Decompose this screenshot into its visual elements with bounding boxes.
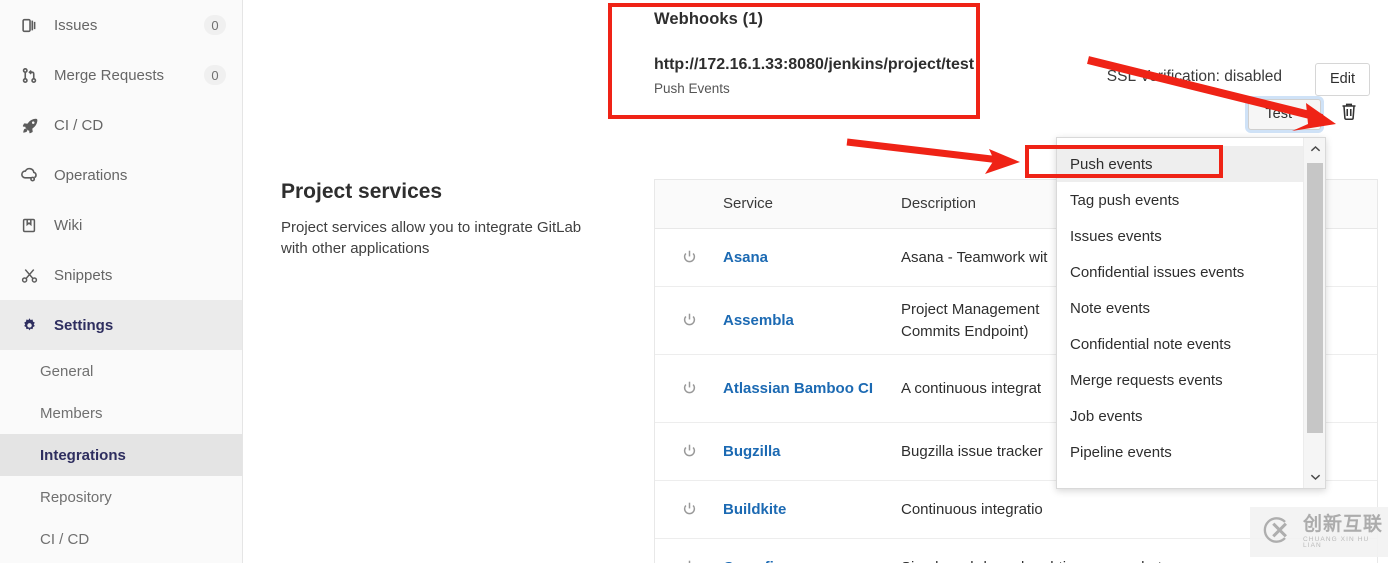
webhook-url[interactable]: http://172.16.1.33:8080/jenkins/project/…	[654, 56, 984, 74]
page-description: Project services allow you to integrate …	[281, 219, 582, 258]
sidebar-item-wiki[interactable]: Wiki	[0, 200, 242, 250]
sidebar-item-label: Settings	[54, 316, 114, 334]
sidebar-subitem-label: CI / CD	[40, 530, 90, 548]
power-icon[interactable]	[655, 559, 723, 563]
gear-icon	[18, 315, 40, 335]
watermark-text-block: 创新互联 CHUANG XIN HU LIAN	[1303, 512, 1388, 550]
dropdown-item-tag-push-events[interactable]: Tag push events	[1057, 182, 1303, 218]
service-name[interactable]: Assembla	[723, 311, 901, 331]
test-dropdown-button[interactable]: Test	[1248, 99, 1321, 130]
sidebar-item-issues[interactable]: Issues 0	[0, 0, 242, 50]
webhook-summary: Webhooks (1) http://172.16.1.33:8080/jen…	[654, 10, 984, 96]
service-link[interactable]: Bugzilla	[723, 443, 781, 460]
sidebar-item-label: Snippets	[54, 266, 113, 284]
service-name[interactable]: Bugzilla	[723, 442, 901, 462]
sidebar-subitem-label: Repository	[40, 488, 112, 506]
sidebar-subitem-repository[interactable]: Repository	[0, 476, 242, 518]
sidebar-item-label: CI / CD	[54, 116, 104, 134]
sidebar-subitem-ci-cd[interactable]: CI / CD	[0, 518, 242, 560]
webhook-events-label: Push Events	[654, 81, 730, 96]
service-link[interactable]: Buildkite	[723, 501, 786, 518]
dropdown-item-confidential-issues-events[interactable]: Confidential issues events	[1057, 254, 1303, 290]
sidebar-subitem-label: Integrations	[40, 446, 126, 464]
sidebar: Issues 0 Merge Requests 0 CI / CD Operat…	[0, 0, 243, 563]
dropdown-scrollbar[interactable]	[1303, 138, 1325, 488]
test-button-label: Test	[1265, 106, 1292, 122]
book-icon	[18, 215, 40, 235]
gitlab-integrations-page: Issues 0 Merge Requests 0 CI / CD Operat…	[0, 0, 1394, 563]
dropdown-items-list: Push events Tag push events Issues event…	[1057, 138, 1325, 488]
power-icon[interactable]	[655, 380, 723, 397]
sidebar-subitem-general[interactable]: General	[0, 350, 242, 392]
dropdown-item-merge-requests-events[interactable]: Merge requests events	[1057, 362, 1303, 398]
webhooks-heading: Webhooks (1)	[654, 10, 764, 28]
power-icon[interactable]	[655, 443, 723, 460]
sidebar-item-snippets[interactable]: Snippets	[0, 250, 242, 300]
watermark-logo-icon	[1258, 512, 1298, 553]
service-name[interactable]: Campfire	[723, 558, 901, 563]
edit-button[interactable]: Edit	[1315, 63, 1370, 96]
power-icon[interactable]	[655, 249, 723, 266]
rocket-icon	[18, 115, 40, 135]
service-name[interactable]: Atlassian Bamboo CI	[723, 379, 901, 399]
scroll-down-icon[interactable]	[1304, 466, 1325, 488]
service-link[interactable]: Atlassian Bamboo CI	[723, 380, 873, 397]
issues-icon	[18, 15, 40, 35]
service-name[interactable]: Buildkite	[723, 500, 901, 520]
power-icon[interactable]	[655, 312, 723, 329]
power-icon[interactable]	[655, 501, 723, 518]
sidebar-subitem-members[interactable]: Members	[0, 392, 242, 434]
sidebar-item-label: Issues	[54, 16, 98, 34]
dropdown-item-issues-events[interactable]: Issues events	[1057, 218, 1303, 254]
dropdown-item-confidential-note-events[interactable]: Confidential note events	[1057, 326, 1303, 362]
watermark-pinyin-text: CHUANG XIN HU LIAN	[1303, 535, 1370, 549]
scrollbar-thumb[interactable]	[1307, 163, 1323, 433]
scissors-icon	[18, 265, 40, 285]
sidebar-subitem-label: General	[40, 362, 94, 380]
service-description: Simple web-based real-time group chat	[901, 557, 1377, 563]
merge-request-icon	[18, 65, 40, 85]
scroll-up-icon[interactable]	[1304, 138, 1325, 160]
sidebar-subitem-label: Members	[40, 404, 103, 422]
sidebar-item-operations[interactable]: Operations	[0, 150, 242, 200]
chevron-down-icon	[1303, 111, 1311, 117]
merge-requests-count-badge: 0	[204, 65, 226, 85]
sidebar-item-label: Operations	[54, 166, 128, 184]
ssl-verification-status: SSL Verification: disabled	[1106, 68, 1282, 85]
service-link[interactable]: Assembla	[723, 312, 794, 329]
dropdown-item-job-events[interactable]: Job events	[1057, 398, 1303, 434]
page-title: Project services	[281, 180, 443, 203]
sidebar-item-ci-cd[interactable]: CI / CD	[0, 100, 242, 150]
project-services-heading-block: Project services Project services allow …	[281, 180, 611, 260]
issues-count-badge: 0	[204, 15, 226, 35]
sidebar-item-label: Merge Requests	[54, 66, 165, 84]
service-link[interactable]: Asana	[723, 249, 768, 266]
dropdown-item-push-events[interactable]: Push events	[1057, 146, 1325, 182]
cloud-gear-icon	[18, 165, 40, 185]
column-header-service: Service	[723, 195, 774, 213]
sidebar-item-merge-requests[interactable]: Merge Requests 0	[0, 50, 242, 100]
test-events-dropdown-menu[interactable]: Push events Tag push events Issues event…	[1056, 137, 1326, 489]
dropdown-item-note-events[interactable]: Note events	[1057, 290, 1303, 326]
service-name[interactable]: Asana	[723, 248, 901, 268]
delete-webhook-button[interactable]	[1339, 101, 1359, 123]
watermark-chinese-text: 创新互联	[1303, 512, 1384, 535]
sidebar-subitem-integrations[interactable]: Integrations	[0, 434, 242, 476]
sidebar-item-settings[interactable]: Settings	[0, 300, 242, 350]
watermark: 创新互联 CHUANG XIN HU LIAN	[1250, 507, 1388, 557]
service-link[interactable]: Campfire	[723, 559, 788, 563]
dropdown-item-pipeline-events[interactable]: Pipeline events	[1057, 434, 1303, 470]
sidebar-item-label: Wiki	[54, 216, 83, 234]
